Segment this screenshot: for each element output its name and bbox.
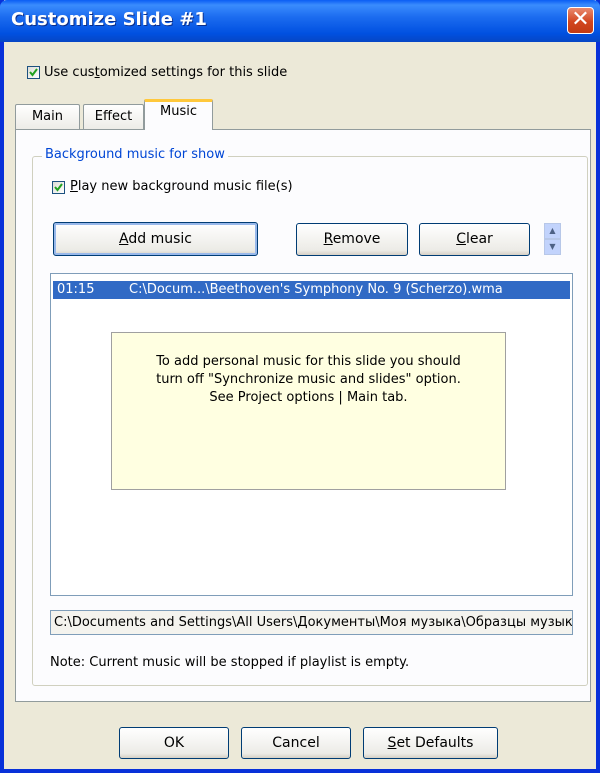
playlist-item[interactable]: 01:15 C:\Docum...\Beethoven's Symphony N… — [53, 281, 570, 299]
use-custom-settings-checkbox[interactable] — [27, 66, 40, 79]
close-button[interactable]: ✕ — [567, 7, 594, 34]
play-new-music-label[interactable]: Play new background music file(s) — [70, 179, 293, 194]
sync-notice-line-1: To add personal music for this slide you… — [156, 354, 461, 369]
tab-music-label: Music — [160, 104, 197, 119]
remove-button[interactable]: Remove — [296, 223, 408, 256]
track-duration: 01:15 — [57, 282, 95, 297]
music-file-path-field[interactable]: C:\Documents and Settings\All Users\Доку… — [50, 610, 573, 635]
sync-notice-line-3: See Project options | Main tab. — [209, 390, 408, 405]
checkmark-icon — [54, 183, 63, 192]
play-new-music-checkbox[interactable] — [52, 181, 65, 194]
playlist-empty-note: Note: Current music will be stopped if p… — [50, 655, 410, 670]
dialog-window: Customize Slide #1 ✕ Use customized sett… — [0, 0, 600, 773]
tab-effect-label: Effect — [94, 109, 133, 124]
close-icon: ✕ — [571, 7, 590, 32]
arrow-down-icon: ▼ — [549, 242, 556, 251]
title-bar[interactable]: Customize Slide #1 ✕ — [0, 0, 600, 42]
tab-main[interactable]: Main — [15, 104, 80, 130]
ok-button[interactable]: OK — [119, 727, 229, 759]
add-music-button[interactable]: Add music — [53, 222, 258, 256]
use-custom-settings-label[interactable]: Use customized settings for this slide — [44, 65, 287, 80]
window-title: Customize Slide #1 — [11, 9, 207, 30]
background-music-group-title: Background music for show — [42, 147, 228, 162]
sync-notice-line-2: turn off "Synchronize music and slides" … — [156, 372, 461, 387]
sync-music-notice: To add personal music for this slide you… — [111, 332, 506, 490]
arrow-up-icon: ▲ — [549, 226, 556, 235]
tab-main-label: Main — [31, 109, 64, 124]
tab-music[interactable]: Music — [144, 99, 213, 130]
cancel-button[interactable]: Cancel — [241, 727, 351, 759]
set-defaults-button[interactable]: Set Defaults — [363, 727, 498, 759]
move-up-button[interactable]: ▲ — [544, 223, 561, 239]
checkmark-icon — [29, 68, 38, 77]
reorder-spinner: ▲ ▼ — [544, 223, 561, 255]
track-path: C:\Docum...\Beethoven's Symphony No. 9 (… — [129, 282, 503, 297]
clear-button[interactable]: Clear — [419, 223, 530, 256]
tab-effect[interactable]: Effect — [83, 104, 144, 130]
move-down-button[interactable]: ▼ — [544, 239, 561, 255]
